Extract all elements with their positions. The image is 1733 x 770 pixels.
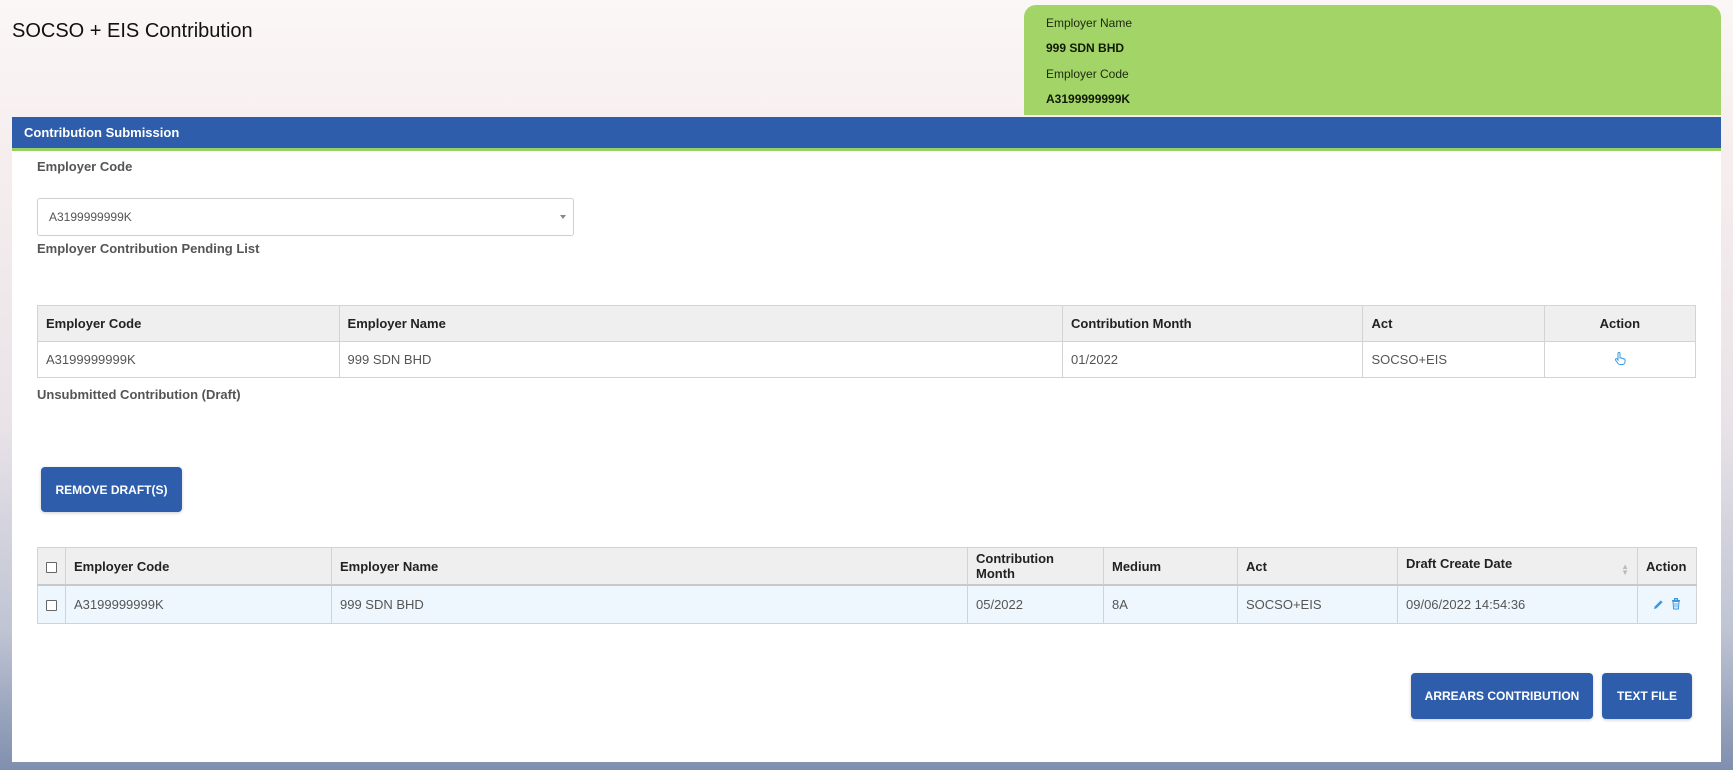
column-header-employer-name[interactable]: Employer Name xyxy=(338,305,1064,342)
cell-employer-name: 999 SDN BHD xyxy=(331,584,968,624)
pending-list-title: Employer Contribution Pending List xyxy=(37,241,260,256)
panel-header: Contribution Submission xyxy=(12,117,1721,151)
column-header-contribution-month[interactable]: Contribution Month xyxy=(967,547,1104,586)
draft-table: Employer Code Employer Name Contribution… xyxy=(37,547,1697,624)
draft-section-title: Unsubmitted Contribution (Draft) xyxy=(37,387,241,402)
column-header-employer-code[interactable]: Employer Code xyxy=(37,305,340,342)
table-row: A3199999999K 999 SDN BHD 01/2022 SOCSO+E… xyxy=(37,341,1697,378)
employer-name-label: Employer Name xyxy=(1046,16,1133,30)
hand-pointer-icon[interactable] xyxy=(1614,351,1626,368)
cell-employer-name: 999 SDN BHD xyxy=(338,341,1064,378)
cell-medium: 8A xyxy=(1103,584,1238,624)
row-checkbox[interactable] xyxy=(46,600,57,612)
employer-name-value: 999 SDN BHD xyxy=(1046,41,1125,55)
column-header-act[interactable]: Act xyxy=(1237,547,1398,586)
row-select-cell xyxy=(37,584,66,624)
pending-list-table: Employer Code Employer Name Contribution… xyxy=(37,305,1697,378)
pencil-icon[interactable] xyxy=(1653,598,1664,613)
employer-code-selected-value: A3199999999K xyxy=(49,210,132,224)
employer-code-label: Employer Code xyxy=(1046,67,1129,81)
employer-info-card: Employer Name 999 SDN BHD Employer Code … xyxy=(1024,5,1721,115)
cell-action xyxy=(1543,341,1697,378)
arrears-contribution-button[interactable]: ARREARS CONTRIBUTION xyxy=(1411,673,1593,719)
cell-draft-create-date: 09/06/2022 14:54:36 xyxy=(1397,584,1638,624)
chevron-down-icon xyxy=(560,215,566,219)
column-header-draft-create-date[interactable]: Draft Create Date ▲ ▼ xyxy=(1397,547,1638,586)
table-row: A3199999999K 999 SDN BHD 05/2022 8A SOCS… xyxy=(37,584,1697,624)
select-all-cell xyxy=(37,547,66,586)
cell-act: SOCSO+EIS xyxy=(1362,341,1545,378)
cell-employer-code: A3199999999K xyxy=(37,341,340,378)
column-header-medium[interactable]: Medium xyxy=(1103,547,1238,586)
page-title: SOCSO + EIS Contribution xyxy=(12,20,253,42)
remove-drafts-button[interactable]: REMOVE DRAFT(S) xyxy=(41,467,182,512)
cell-action xyxy=(1637,584,1697,624)
column-header-action: Action xyxy=(1637,547,1697,586)
cell-contribution-month: 05/2022 xyxy=(967,584,1104,624)
column-header-action: Action xyxy=(1543,305,1697,342)
employer-code-field-label: Employer Code xyxy=(37,159,133,174)
column-header-employer-name[interactable]: Employer Name xyxy=(331,547,968,586)
cell-act: SOCSO+EIS xyxy=(1237,584,1398,624)
column-header-contribution-month[interactable]: Contribution Month xyxy=(1062,305,1364,342)
sort-icon[interactable]: ▲ ▼ xyxy=(1621,563,1629,577)
select-all-checkbox[interactable] xyxy=(46,561,57,573)
cell-contribution-month: 01/2022 xyxy=(1062,341,1364,378)
column-header-act[interactable]: Act xyxy=(1362,305,1545,342)
trash-icon[interactable] xyxy=(1671,597,1681,613)
cell-employer-code: A3199999999K xyxy=(65,584,332,624)
employer-code-value: A3199999999K xyxy=(1046,92,1131,106)
contribution-submission-panel: Contribution Submission Employer Code A3… xyxy=(12,117,1721,762)
draft-create-date-label: Draft Create Date xyxy=(1406,556,1513,571)
text-file-button[interactable]: TEXT FILE xyxy=(1602,673,1692,719)
column-header-employer-code[interactable]: Employer Code xyxy=(65,547,332,586)
employer-code-select[interactable]: A3199999999K xyxy=(37,198,574,236)
